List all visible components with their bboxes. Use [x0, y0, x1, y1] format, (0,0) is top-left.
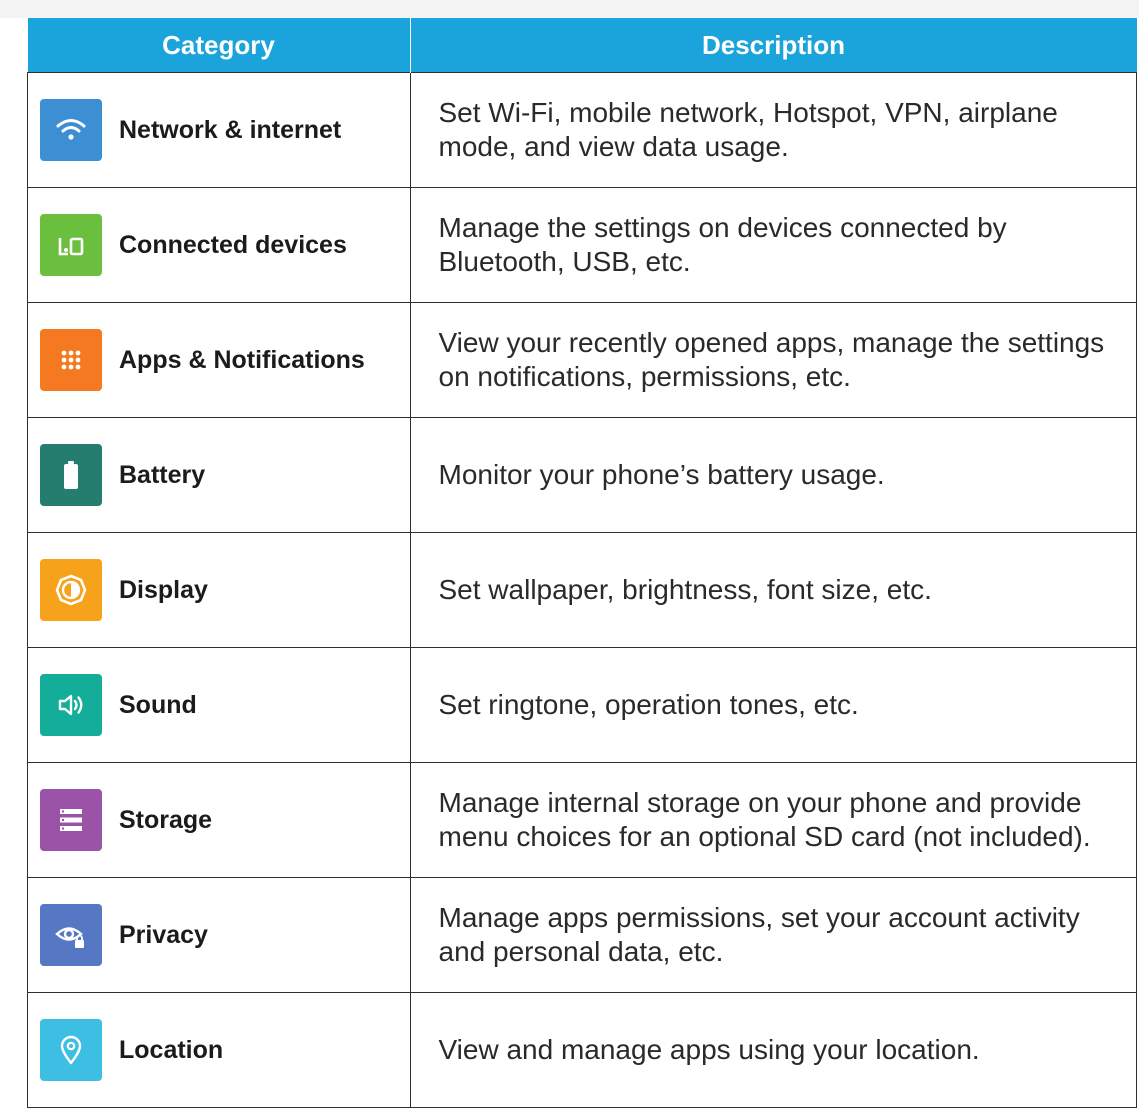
- storage-icon: [40, 789, 102, 851]
- category-cell: Storage: [27, 762, 411, 878]
- category-label: Location: [119, 1035, 224, 1064]
- connected-devices-icon: [40, 214, 102, 276]
- table-row: Network & internet Set Wi-Fi, mobile net…: [27, 72, 1137, 188]
- category-label: Battery: [119, 460, 206, 489]
- brightness-icon: [40, 559, 102, 621]
- description-text: View your recently opened apps, manage t…: [438, 327, 1105, 392]
- table-row: Location View and manage apps using your…: [27, 992, 1137, 1108]
- description-cell: Manage the settings on devices connected…: [409, 187, 1137, 303]
- description-text: Set wallpaper, brightness, font size, et…: [438, 574, 932, 605]
- description-cell: Manage apps permissions, set your accoun…: [409, 877, 1137, 993]
- category-cell: Location: [27, 992, 411, 1108]
- description-text: Manage apps permissions, set your accoun…: [438, 902, 1080, 967]
- apps-grid-icon: [40, 329, 102, 391]
- description-text: Manage internal storage on your phone an…: [438, 787, 1091, 852]
- category-cell: Network & internet: [27, 72, 411, 188]
- table-header-row: Category Description: [27, 18, 1137, 73]
- category-label: Network & internet: [119, 115, 342, 144]
- category-cell: Sound: [27, 647, 411, 763]
- category-cell: Display: [27, 532, 411, 648]
- top-strip: [0, 0, 1139, 18]
- description-text: Set Wi-Fi, mobile network, Hotspot, VPN,…: [438, 97, 1058, 162]
- description-cell: Set wallpaper, brightness, font size, et…: [409, 532, 1137, 648]
- description-cell: Manage internal storage on your phone an…: [409, 762, 1137, 878]
- category-cell: Connected devices: [27, 187, 411, 303]
- table-row: Storage Manage internal storage on your …: [27, 762, 1137, 878]
- table-row: Sound Set ringtone, operation tones, etc…: [27, 647, 1137, 763]
- description-header: Description: [410, 18, 1137, 73]
- description-text: Monitor your phone’s battery usage.: [438, 459, 885, 490]
- description-cell: View your recently opened apps, manage t…: [409, 302, 1137, 418]
- table-row: Apps & Notifications View your recently …: [27, 302, 1137, 418]
- table-row: Battery Monitor your phone’s battery usa…: [27, 417, 1137, 533]
- wifi-icon: [40, 99, 102, 161]
- category-label: Sound: [119, 690, 197, 719]
- privacy-eye-icon: [40, 904, 102, 966]
- description-cell: Set Wi-Fi, mobile network, Hotspot, VPN,…: [409, 72, 1137, 188]
- category-header: Category: [27, 18, 411, 73]
- description-cell: Set ringtone, operation tones, etc.: [409, 647, 1137, 763]
- settings-category-table: Category Description Network & internet …: [27, 18, 1137, 1108]
- category-cell: Battery: [27, 417, 411, 533]
- speaker-icon: [40, 674, 102, 736]
- description-text: View and manage apps using your location…: [438, 1034, 980, 1065]
- category-cell: Apps & Notifications: [27, 302, 411, 418]
- description-text: Manage the settings on devices connected…: [438, 212, 1007, 277]
- table-row: Connected devices Manage the settings on…: [27, 187, 1137, 303]
- description-cell: View and manage apps using your location…: [409, 992, 1137, 1108]
- table-row: Display Set wallpaper, brightness, font …: [27, 532, 1137, 648]
- category-label: Storage: [119, 805, 213, 834]
- category-label: Privacy: [119, 920, 208, 949]
- battery-icon: [40, 444, 102, 506]
- table-row: Privacy Manage apps permissions, set you…: [27, 877, 1137, 993]
- description-text: Set ringtone, operation tones, etc.: [438, 689, 859, 720]
- category-label: Display: [119, 575, 208, 604]
- category-label: Apps & Notifications: [119, 345, 365, 374]
- location-pin-icon: [40, 1019, 102, 1081]
- category-cell: Privacy: [27, 877, 411, 993]
- description-cell: Monitor your phone’s battery usage.: [409, 417, 1137, 533]
- category-label: Connected devices: [119, 230, 347, 259]
